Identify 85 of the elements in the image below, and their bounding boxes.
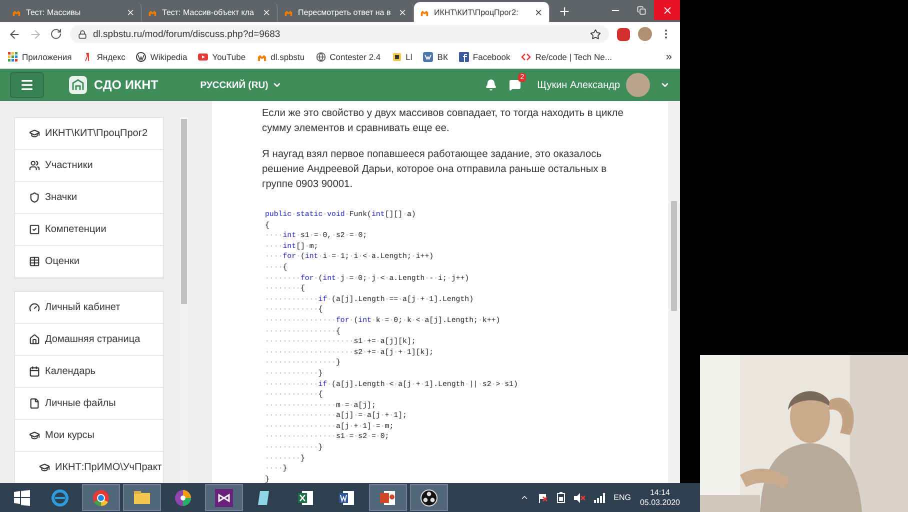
vk-icon — [423, 52, 434, 62]
bookmark-link[interactable]: Ll — [406, 52, 412, 62]
caret-icon — [272, 80, 282, 90]
wikipedia-icon — [136, 52, 146, 62]
moodle-icon — [256, 52, 267, 62]
sidebar-item[interactable]: Компетенции — [15, 214, 163, 246]
sidebar-item[interactable]: Значки — [15, 182, 163, 214]
sidebar-item[interactable]: Участники — [15, 150, 163, 182]
caret-icon[interactable] — [660, 80, 670, 90]
chevrons-icon — [521, 52, 532, 62]
file-icon — [29, 398, 40, 409]
taskbar-app[interactable] — [410, 484, 448, 511]
bookmark-link[interactable]: Re/code | Tech Ne... — [535, 52, 612, 62]
home-icon — [29, 334, 40, 345]
calendar-icon — [29, 366, 40, 377]
moodle-icon — [12, 8, 21, 16]
menu-icon — [20, 78, 34, 92]
sidebar-item[interactable]: ИКНТ\КИТ\ПроцПрог2 — [15, 118, 163, 150]
site-name: СДО ИКНТ — [94, 78, 158, 92]
lock-icon — [78, 30, 87, 38]
chrome-icon — [91, 488, 111, 508]
post-paragraph: Я наугад взял первое попавшееся работающее задание, это оказалось решение Андреевой Дарьи, которое она отправила раньше остальных в группе 0903 90001. — [262, 148, 608, 192]
sidebar-item[interactable]: Мои курсы — [15, 420, 163, 452]
shield-icon — [29, 192, 40, 203]
bookmark-link[interactable]: Facebook — [472, 52, 510, 62]
profile-avatar[interactable] — [638, 27, 652, 41]
bell-icon[interactable] — [485, 79, 498, 91]
graduation-cap-icon — [29, 430, 40, 441]
bookmark-link[interactable]: Contester 2.4 — [330, 52, 381, 62]
graduation-cap-icon — [39, 462, 50, 473]
more-bookmarks[interactable]: » — [666, 51, 672, 63]
star-icon[interactable] — [590, 28, 601, 40]
moodle-icon — [420, 8, 429, 16]
close-icon[interactable] — [534, 8, 543, 16]
checkbox-icon — [29, 224, 40, 235]
moodle-icon — [284, 8, 293, 16]
clock[interactable]: 14:14 05.03.2020 — [640, 488, 680, 508]
messages-icon[interactable] — [509, 79, 522, 91]
facebook-icon — [458, 52, 469, 62]
gauge-icon — [29, 302, 40, 313]
globe-icon — [316, 52, 326, 62]
bookmark-link[interactable]: Wikipedia — [150, 52, 188, 62]
volume-muted-icon[interactable] — [574, 492, 585, 502]
menu-button[interactable] — [10, 72, 44, 98]
flag-icon[interactable] — [538, 492, 548, 502]
close-icon — [662, 4, 672, 16]
sidebar-item[interactable]: Оценки — [15, 246, 163, 278]
sidebar-scrollbar[interactable] — [180, 117, 188, 483]
bookmark-icon — [392, 52, 402, 62]
pinwheel-icon — [173, 488, 193, 508]
battery-icon[interactable] — [556, 492, 565, 503]
users-icon — [29, 160, 40, 171]
user-name[interactable]: Щукин Александр — [537, 80, 620, 90]
graduation-cap-icon — [29, 128, 40, 139]
bookmark-link[interactable]: Приложения — [22, 52, 72, 62]
browser-tab[interactable]: ИКНТ\КИТ\ПроцПрог2: — [414, 2, 550, 22]
bookmark-link[interactable]: ВК — [437, 52, 448, 62]
address-field[interactable]: dl.spbstu.ru/mod/forum/discuss.php?d=9683 — [70, 25, 609, 43]
infinity-icon — [214, 488, 234, 508]
adblock-icon[interactable] — [617, 28, 630, 40]
logo-icon — [68, 75, 88, 95]
table-icon — [29, 256, 40, 267]
reload-icon[interactable] — [50, 28, 62, 40]
restore-icon — [636, 6, 646, 14]
apps-grid-icon — [8, 52, 18, 62]
sidebar-item[interactable]: Личный кабинет — [15, 292, 163, 324]
post-paragraph: Если же это свойство у двух массивов совпадает, то тогда находить в цикле сумму элементов и сравнивать еще ее. — [262, 107, 624, 136]
sidebar-item[interactable]: Домашняя страница — [15, 324, 163, 356]
back-icon[interactable] — [8, 28, 21, 40]
taskbar-app[interactable] — [205, 484, 243, 511]
bookmark-link[interactable]: YouTube — [212, 52, 246, 62]
close-button[interactable] — [654, 0, 680, 20]
ie-icon — [50, 488, 70, 508]
keyboard-language[interactable]: ENG — [614, 493, 631, 502]
moodle-icon — [148, 8, 157, 16]
signal-icon[interactable] — [594, 492, 605, 502]
bookmark-link[interactable]: Яндекс — [96, 52, 126, 62]
windows-logo-icon — [14, 490, 30, 506]
sidebar-item[interactable]: Личные файлы — [15, 388, 163, 420]
sidebar-item[interactable]: Календарь — [15, 356, 163, 388]
youtube-icon — [198, 52, 208, 62]
language-menu[interactable]: РУССКИЙ (RU) — [200, 80, 282, 90]
obs-icon — [419, 488, 439, 508]
new-tab-icon[interactable] — [558, 5, 571, 18]
bookmark-link[interactable]: dl.spbstu — [270, 52, 305, 62]
